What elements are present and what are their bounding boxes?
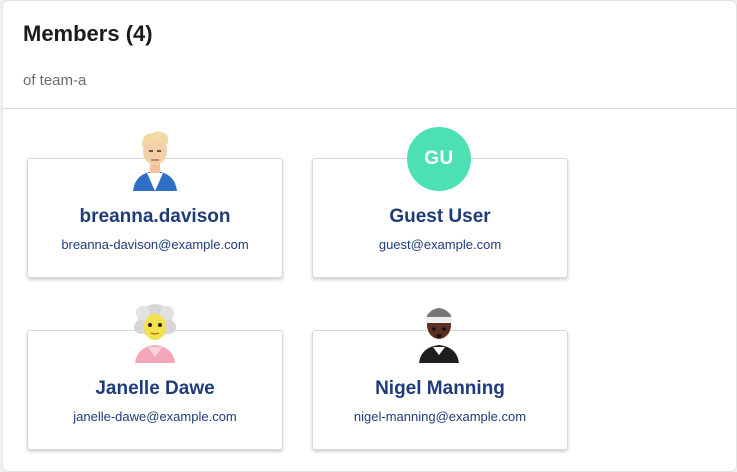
avatar-initials: GU — [407, 127, 471, 191]
avatar-blonde-person-icon — [123, 127, 187, 191]
member-name: Janelle Dawe — [95, 378, 215, 399]
member-name: Guest User — [389, 206, 491, 227]
avatar-curly-gray-hair-person-icon — [123, 299, 187, 363]
member-email: guest@example.com — [378, 237, 502, 252]
member-name: breanna.davison — [79, 206, 231, 227]
panel-header: Members (4) of team-a — [3, 1, 736, 109]
member-email: breanna-davison@example.com — [61, 237, 249, 252]
avatar-headband-person-icon — [407, 299, 471, 363]
page-title: Members (4) — [23, 21, 153, 46]
member-email: janelle-dawe@example.com — [73, 409, 237, 424]
members-panel: Members (4) of team-a breanna.davison br… — [2, 0, 737, 472]
member-email: nigel-manning@example.com — [353, 409, 527, 424]
member-name: Nigel Manning — [375, 378, 505, 399]
team-subtitle: of team-a — [23, 72, 87, 89]
